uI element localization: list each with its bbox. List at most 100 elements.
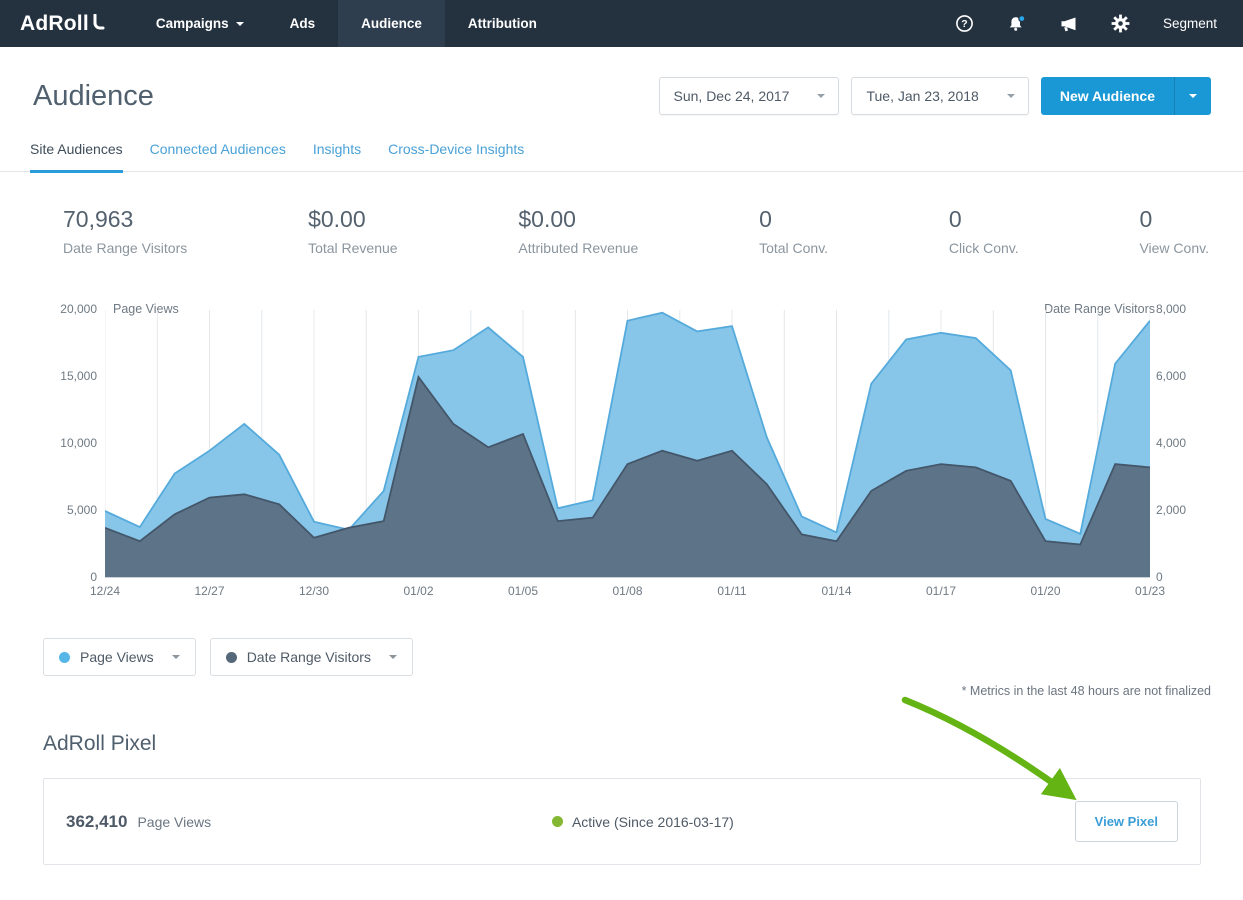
nav-audience-label: Audience xyxy=(361,16,422,31)
notifications-icon[interactable] xyxy=(1007,14,1027,34)
settings-icon[interactable] xyxy=(1111,14,1131,34)
stat-label: View Conv. xyxy=(1139,240,1209,256)
date-range-visitors-dot xyxy=(226,652,237,663)
nav-ads-label: Ads xyxy=(290,16,316,31)
page-title: Audience xyxy=(33,80,154,113)
left-axis-tick: 20,000 xyxy=(43,302,97,316)
nav-ads[interactable]: Ads xyxy=(267,0,339,47)
nav-campaigns-label: Campaigns xyxy=(156,16,229,31)
stat-value: $0.00 xyxy=(518,206,638,233)
help-icon[interactable]: ? xyxy=(955,14,975,34)
chevron-down-icon xyxy=(236,22,244,26)
right-axis-tick: 0 xyxy=(1156,570,1210,584)
x-axis-tick: 01/08 xyxy=(598,584,658,598)
status-dot xyxy=(552,816,563,827)
start-date-select[interactable]: Sun, Dec 24, 2017 xyxy=(659,77,840,115)
adroll-logo[interactable]: AdRoll xyxy=(0,0,133,47)
traffic-chart: Page Views Date Range Visitors 20,00015,… xyxy=(43,300,1221,616)
tab-site-audiences[interactable]: Site Audiences xyxy=(30,141,123,173)
stat-total-revenue: $0.00 Total Revenue xyxy=(308,206,398,256)
navbar-right: ? xyxy=(955,0,1243,47)
stat-value: $0.00 xyxy=(308,206,398,233)
stat-label: Date Range Visitors xyxy=(63,240,187,256)
tab-connected-audiences[interactable]: Connected Audiences xyxy=(150,141,286,173)
chevron-down-icon xyxy=(1189,94,1197,98)
megaphone-icon[interactable] xyxy=(1059,14,1079,34)
stat-attributed-revenue: $0.00 Attributed Revenue xyxy=(518,206,638,256)
chevron-down-icon xyxy=(817,94,825,98)
stat-date-range-visitors: 70,963 Date Range Visitors xyxy=(63,206,187,256)
right-axis-tick: 2,000 xyxy=(1156,503,1210,517)
x-axis-tick: 12/30 xyxy=(284,584,344,598)
left-axis-tick: 15,000 xyxy=(43,369,97,383)
right-axis-tick: 4,000 xyxy=(1156,436,1210,450)
stat-value: 0 xyxy=(1139,206,1209,233)
stat-value: 70,963 xyxy=(63,206,187,233)
x-axis-tick: 12/24 xyxy=(75,584,135,598)
stat-click-conv: 0 Click Conv. xyxy=(949,206,1019,256)
pixel-page-views-label: Page Views xyxy=(137,814,211,830)
stat-label: Attributed Revenue xyxy=(518,240,638,256)
chevron-down-icon xyxy=(172,655,180,659)
adroll-logo-glyph xyxy=(92,12,105,36)
metrics-footnote: * Metrics in the last 48 hours are not f… xyxy=(0,684,1211,698)
legend-date-range-visitors-select[interactable]: Date Range Visitors xyxy=(210,638,413,676)
audience-tabs: Site Audiences Connected Audiences Insig… xyxy=(0,115,1243,172)
x-axis-tick: 01/11 xyxy=(702,584,762,598)
stat-label: Total Conv. xyxy=(759,240,828,256)
segment-menu[interactable]: Segment xyxy=(1163,16,1217,31)
nav-campaigns[interactable]: Campaigns xyxy=(133,0,267,47)
tab-insights[interactable]: Insights xyxy=(313,141,361,173)
svg-text:?: ? xyxy=(962,18,968,30)
end-date-value: Tue, Jan 23, 2018 xyxy=(866,88,978,104)
x-axis-tick: 01/20 xyxy=(1016,584,1076,598)
stat-view-conv: 0 View Conv. xyxy=(1139,206,1209,256)
stat-label: Total Revenue xyxy=(308,240,398,256)
adroll-pixel-card: 362,410 Page Views Active (Since 2016-03… xyxy=(43,778,1201,865)
chart-plot xyxy=(105,310,1150,578)
new-audience-button: New Audience xyxy=(1041,77,1211,115)
new-audience-caret[interactable] xyxy=(1174,77,1211,115)
pixel-status: Active (Since 2016-03-17) xyxy=(552,814,734,830)
main-nav: Campaigns Ads Audience Attribution xyxy=(133,0,560,47)
pixel-page-views-value: 362,410 xyxy=(66,812,127,832)
page: AdRoll Campaigns Ads Audience Attributio… xyxy=(0,0,1243,865)
legend-label: Page Views xyxy=(80,649,154,665)
new-audience-main[interactable]: New Audience xyxy=(1041,77,1174,115)
nav-attribution-label: Attribution xyxy=(468,16,537,31)
x-axis-tick: 01/02 xyxy=(389,584,449,598)
stat-total-conv: 0 Total Conv. xyxy=(759,206,828,256)
nav-attribution[interactable]: Attribution xyxy=(445,0,560,47)
right-axis-tick: 8,000 xyxy=(1156,302,1210,316)
x-axis-tick: 01/23 xyxy=(1120,584,1180,598)
stat-value: 0 xyxy=(759,206,828,233)
x-axis-tick: 01/14 xyxy=(807,584,867,598)
tab-cross-device-insights[interactable]: Cross-Device Insights xyxy=(388,141,524,173)
nav-audience[interactable]: Audience xyxy=(338,0,445,47)
x-axis-tick: 12/27 xyxy=(180,584,240,598)
page-views-dot xyxy=(59,652,70,663)
page-header: Audience Sun, Dec 24, 2017 Tue, Jan 23, … xyxy=(0,47,1243,115)
top-navbar: AdRoll Campaigns Ads Audience Attributio… xyxy=(0,0,1243,47)
chart-legend: Page Views Date Range Visitors xyxy=(43,638,1243,676)
start-date-value: Sun, Dec 24, 2017 xyxy=(674,88,790,104)
adroll-pixel-heading: AdRoll Pixel xyxy=(43,732,1243,756)
right-axis-tick: 6,000 xyxy=(1156,369,1210,383)
legend-page-views-select[interactable]: Page Views xyxy=(43,638,196,676)
chevron-down-icon xyxy=(389,655,397,659)
left-axis-tick: 5,000 xyxy=(43,503,97,517)
adroll-logo-text: AdRoll xyxy=(20,12,89,36)
status-text: Active (Since 2016-03-17) xyxy=(572,814,734,830)
legend-label: Date Range Visitors xyxy=(247,649,371,665)
x-axis-tick: 01/17 xyxy=(911,584,971,598)
chevron-down-icon xyxy=(1007,94,1015,98)
stat-label: Click Conv. xyxy=(949,240,1019,256)
x-axis-tick: 01/05 xyxy=(493,584,553,598)
view-pixel-button[interactable]: View Pixel xyxy=(1075,801,1178,842)
left-axis-tick: 0 xyxy=(43,570,97,584)
stats-row: 70,963 Date Range Visitors $0.00 Total R… xyxy=(0,172,1243,256)
end-date-select[interactable]: Tue, Jan 23, 2018 xyxy=(851,77,1028,115)
stat-value: 0 xyxy=(949,206,1019,233)
header-controls: Sun, Dec 24, 2017 Tue, Jan 23, 2018 New … xyxy=(659,77,1212,115)
left-axis-tick: 10,000 xyxy=(43,436,97,450)
